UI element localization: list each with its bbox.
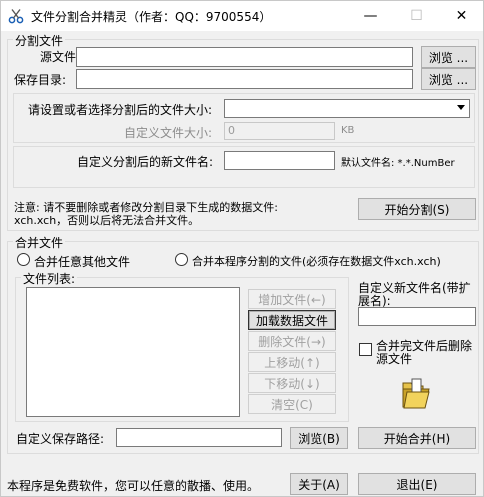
folder-icon (402, 378, 430, 409)
maximize-button: ☐ (410, 8, 423, 24)
split-new-name-input[interactable] (224, 151, 335, 170)
clear-button: 清空(C) (248, 394, 336, 414)
default-name-label: 默认文件名: *.*.NumBer (341, 158, 455, 169)
size-label: 请设置或者选择分割后的文件大小: (28, 103, 213, 117)
about-button[interactable]: 关于(A) (290, 473, 348, 495)
file-list-label: 文件列表: (21, 270, 78, 287)
size-select[interactable] (224, 99, 470, 118)
move-up-button: 上移动(↑) (248, 352, 336, 372)
freeware-text: 本程序是免费软件，您可以任意的散播、使用。 (7, 479, 260, 493)
custom-size-input: 0 (224, 122, 335, 140)
radio-merge-any-label[interactable]: 合并任意其他文件 (34, 253, 130, 270)
file-list[interactable] (26, 287, 240, 417)
source-file-label: 源文件: (40, 50, 81, 64)
delete-file-button: 删除文件(→) (248, 331, 336, 351)
exit-button[interactable]: 退出(E) (358, 473, 476, 495)
save-dir-browse-button[interactable]: 浏览 ... (421, 68, 476, 90)
merge-browse-button[interactable]: 浏览(B) (290, 427, 348, 449)
main-window: 文件分割合并精灵（作者：QQ：9700554） — ☐ ✕ 分割文件 源文件: … (0, 0, 484, 497)
custom-size-unit: KB (341, 125, 355, 136)
minimize-button[interactable]: — (348, 1, 393, 31)
source-file-input[interactable] (76, 47, 413, 67)
save-path-label: 自定义保存路径: (16, 432, 105, 446)
start-split-button[interactable]: 开始分割(S) (358, 198, 476, 220)
save-dir-label: 保存目录: (14, 73, 67, 87)
app-scissors-icon (8, 9, 24, 24)
save-dir-input[interactable] (76, 69, 413, 89)
window-title: 文件分割合并精灵（作者：QQ：9700554） (31, 10, 272, 24)
split-new-name-label: 自定义分割后的新文件名: (77, 155, 214, 169)
radio-merge-own-label[interactable]: 合并本程序分割的文件(必须存在数据文件xch.xch) (192, 253, 441, 269)
dropdown-arrow-icon (457, 105, 465, 110)
start-merge-button[interactable]: 开始合并(H) (358, 427, 476, 449)
radio-merge-own[interactable] (175, 253, 188, 266)
merge-new-name-input[interactable] (358, 307, 476, 326)
move-down-button: 下移动(↓) (248, 373, 336, 393)
title-bar: 文件分割合并精灵（作者：QQ：9700554） — ☐ ✕ (1, 1, 483, 31)
save-path-input[interactable] (116, 428, 282, 447)
merge-group-title: 合并文件 (13, 234, 66, 251)
close-button[interactable]: ✕ (439, 1, 484, 31)
radio-merge-any[interactable] (17, 253, 30, 266)
add-file-button: 增加文件(←) (248, 289, 336, 309)
note-line-2: xch.xch，否则以后将无法合并文件。 (14, 214, 200, 227)
load-data-file-button[interactable]: 加载数据文件 (248, 310, 336, 330)
source-browse-button[interactable]: 浏览 ... (421, 46, 476, 68)
custom-size-label: 自定义文件大小: (124, 126, 213, 140)
split-group-title: 分割文件 (13, 32, 66, 49)
delete-after-merge-label-2[interactable]: 源文件 (376, 350, 412, 367)
delete-after-merge-checkbox[interactable] (359, 343, 372, 356)
